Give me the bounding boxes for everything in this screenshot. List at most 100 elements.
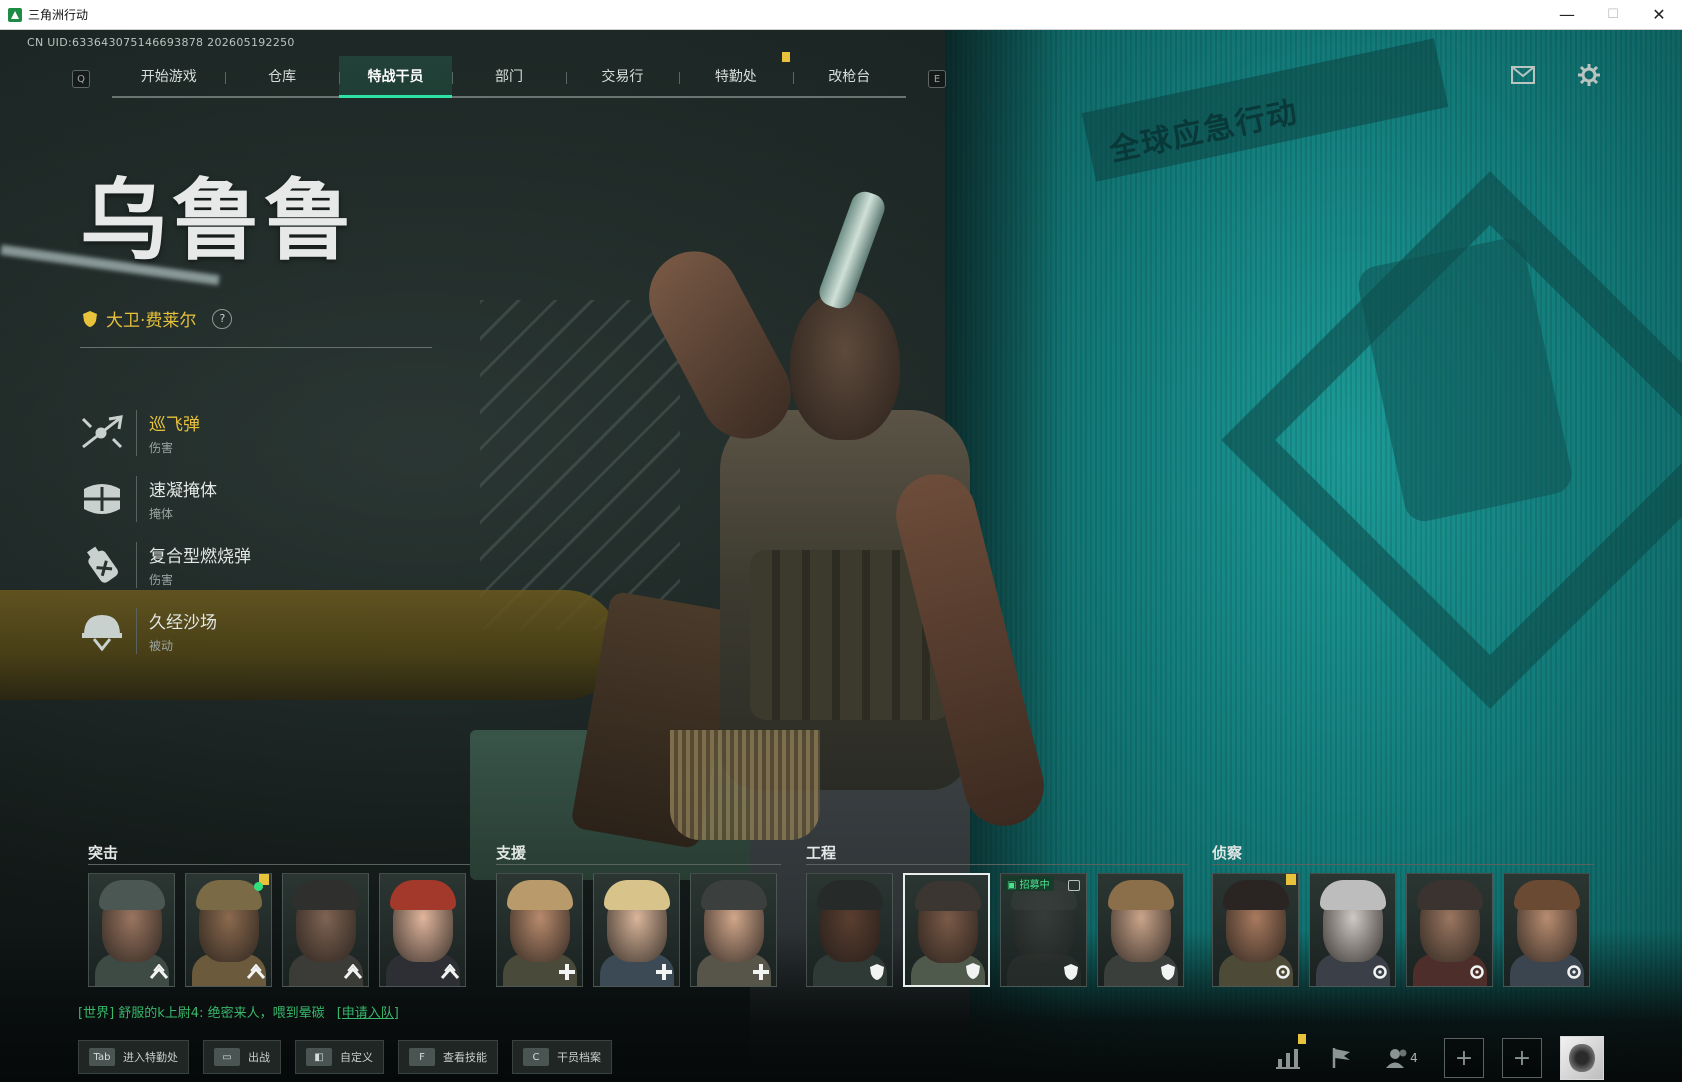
role-group-engineer: 工程 ▣ 招募中: [806, 842, 1188, 987]
hint-key: ▭: [214, 1048, 240, 1066]
operator-card-engineer-2[interactable]: [903, 873, 990, 987]
recon-scope-icon: [1565, 963, 1583, 981]
support-plus-icon: [558, 963, 576, 981]
hint-customize[interactable]: ◧ 自定义: [295, 1040, 384, 1074]
status-dot: [254, 882, 263, 891]
operator-card-support-2[interactable]: [593, 873, 680, 987]
operator-card-recon-1[interactable]: [1212, 873, 1299, 987]
operator-card-recon-3[interactable]: [1406, 873, 1493, 987]
ability-text: 复合型燃烧弹 伤害: [149, 542, 251, 588]
ability-type: 被动: [149, 639, 174, 653]
role-divider: [496, 864, 781, 865]
operator-card-engineer-3[interactable]: ▣ 招募中: [1000, 873, 1087, 987]
role-group-recon: 侦察: [1212, 842, 1594, 987]
tab-market[interactable]: 交易行: [565, 56, 679, 96]
role-title: 突击: [88, 844, 119, 862]
hint-label: 出战: [248, 1051, 270, 1064]
operator-card-engineer-4[interactable]: [1097, 873, 1184, 987]
assault-chevron-icon: [247, 963, 265, 981]
bottom-right-tray: 4 + +: [1270, 1034, 1604, 1080]
role-title: 工程: [806, 844, 837, 862]
chat-apply-join-link[interactable]: [申请入队]: [337, 1006, 399, 1021]
operator-card-recon-2[interactable]: [1309, 873, 1396, 987]
character-bottle: [815, 187, 889, 313]
flag-icon[interactable]: [1324, 1040, 1360, 1076]
engineer-shield-icon: [1159, 963, 1177, 981]
tab-start-game[interactable]: 开始游戏: [112, 56, 225, 96]
lock-icon: [1068, 880, 1080, 891]
ability-rapid-cover[interactable]: 速凝掩体 掩体: [78, 466, 398, 532]
recon-scope-icon: [1371, 963, 1389, 981]
ability-type: 伤害: [149, 573, 174, 587]
maximize-button[interactable]: ☐: [1590, 0, 1636, 29]
hint-deploy[interactable]: ▭ 出战: [203, 1040, 281, 1074]
shield-badge-icon: [83, 310, 97, 327]
operator-portrait-headgear: [1223, 880, 1289, 910]
operator-help-button[interactable]: ?: [212, 308, 233, 329]
operator-portrait-headgear: [1320, 880, 1386, 910]
operator-portrait-headgear: [293, 880, 359, 910]
stats-chart-icon[interactable]: [1270, 1034, 1306, 1076]
close-button[interactable]: ✕: [1636, 0, 1682, 29]
tab-gunsmith[interactable]: 改枪台: [792, 56, 906, 96]
operator-portrait-headgear: [1417, 880, 1483, 910]
operator-divider: [80, 347, 432, 348]
role-group-assault: 突击: [88, 842, 470, 987]
window-controls: — ☐ ✕: [1544, 0, 1682, 29]
hint-label: 查看技能: [443, 1051, 487, 1064]
tab-operators[interactable]: 特战干员: [338, 56, 453, 98]
invite-slot-1-button[interactable]: +: [1444, 1038, 1484, 1078]
operator-real-name-row: 大卫·费莱尔 ?: [82, 306, 233, 331]
tab-warehouse[interactable]: 仓库: [225, 56, 338, 96]
nav-next-key[interactable]: E: [928, 70, 946, 88]
player-avatar[interactable]: [1560, 1036, 1604, 1080]
character-raised-arm: [633, 235, 807, 455]
nav-prev-key[interactable]: Q: [72, 70, 90, 88]
tab-department[interactable]: 部门: [452, 56, 565, 96]
mail-icon[interactable]: [1510, 62, 1536, 88]
cover-icon: [78, 475, 126, 523]
invite-slot-2-button[interactable]: +: [1502, 1038, 1542, 1078]
role-divider: [1212, 864, 1594, 865]
operator-portrait-headgear: [390, 880, 456, 910]
ability-text: 速凝掩体 掩体: [149, 476, 217, 522]
operator-card-support-3[interactable]: [690, 873, 777, 987]
ability-name: 复合型燃烧弹: [149, 547, 251, 567]
character-head: [790, 290, 900, 440]
operator-card-assault-4[interactable]: [379, 873, 466, 987]
ability-name: 巡飞弹: [149, 415, 200, 435]
operator-card-recon-4[interactable]: [1503, 873, 1590, 987]
hint-key: F: [409, 1048, 435, 1066]
squad-members-icon[interactable]: 4: [1378, 1040, 1426, 1076]
player-uid: CN UID:63364307514669387​8 202605192250: [27, 36, 295, 49]
hint-label: 干员档案: [557, 1051, 601, 1064]
operator-card-support-1[interactable]: [496, 873, 583, 987]
ability-battle-hardened[interactable]: 久经沙场 被动: [78, 598, 398, 664]
operator-portrait-headgear: [1514, 880, 1580, 910]
ability-loitering-munition[interactable]: 巡飞弹 伤害: [78, 400, 398, 466]
operator-card-assault-1[interactable]: [88, 873, 175, 987]
ability-separator: [136, 476, 137, 522]
assault-chevron-icon: [344, 963, 362, 981]
operator-card-engineer-1[interactable]: [806, 873, 893, 987]
hint-view-skills[interactable]: F 查看技能: [398, 1040, 498, 1074]
minimize-button[interactable]: —: [1544, 0, 1590, 29]
operator-codename: 乌鲁鲁: [80, 169, 357, 272]
operator-card-assault-3[interactable]: [282, 873, 369, 987]
operator-roster: 突击 支援 工程 ▣ 招募中 侦察: [88, 842, 1648, 997]
ability-name: 速凝掩体: [149, 481, 217, 501]
engineer-shield-icon: [868, 963, 886, 981]
role-divider: [806, 864, 1188, 865]
settings-gear-icon[interactable]: [1576, 62, 1602, 88]
tab-special-ops[interactable]: 特勤处: [679, 56, 792, 96]
role-title: 支援: [496, 844, 527, 862]
ability-text: 巡飞弹 伤害: [149, 410, 200, 456]
ability-composite-incendiary[interactable]: 复合型燃烧弹 伤害: [78, 532, 398, 598]
assault-chevron-icon: [150, 963, 168, 981]
hint-enter-special-ops[interactable]: Tab 进入特勤处: [78, 1040, 189, 1074]
engineer-shield-icon: [964, 962, 982, 980]
hint-operator-dossier[interactable]: C 干员档案: [512, 1040, 612, 1074]
operator-card-assault-2[interactable]: [185, 873, 272, 987]
key-hint-bar: Tab 进入特勤处 ▭ 出战 ◧ 自定义 F 查看技能 C 干员档案: [78, 1040, 612, 1074]
chat-message: [世界] 舒服的k上尉4: 绝密来人，喂到晕碳: [78, 1006, 325, 1021]
